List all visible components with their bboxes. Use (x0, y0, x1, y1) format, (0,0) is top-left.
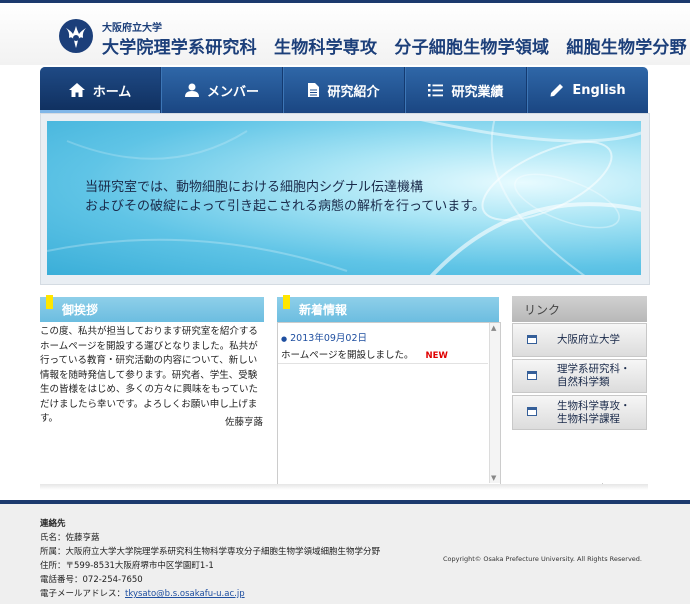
new-badge: NEW (425, 351, 448, 361)
nav-members-label: メンバー (206, 84, 259, 100)
nav-publications[interactable]: 研究業績 (405, 67, 527, 113)
contact-phone: 電話番号：072-254-7650 (40, 575, 143, 585)
nav-publications-label: 研究業績 (451, 84, 504, 100)
pencil-icon (550, 84, 564, 97)
link-label: 大阪府立大学 (557, 333, 620, 346)
greeting-body: この度、私共が担当しております研究室を紹介するホームページを開設する運びとなりま… (40, 326, 259, 424)
contact-email-label: 電子メールアドレス： (40, 589, 126, 599)
hero-tagline: 当研究室では、動物細胞における細胞内シグナル伝達機構 およびその破綻によって引き… (85, 178, 485, 216)
link-graduate-school-science[interactable]: 理学系研究科・自然科学類 (512, 359, 647, 393)
news-heading-bar: 新着情報 (277, 295, 499, 322)
nav-english-label: English (572, 82, 626, 98)
hero-line-1: 当研究室では、動物細胞における細胞内シグナル伝達機構 (85, 180, 424, 195)
news-item-text: ホームページを開設しました。 (281, 350, 414, 361)
nav-english[interactable]: English (527, 67, 648, 113)
bullet-icon: ● (281, 335, 288, 343)
window-icon (527, 335, 537, 344)
contact-heading: 連絡先 (40, 519, 66, 529)
person-icon (184, 83, 199, 97)
contact-affiliation: 所属：大阪府立大学大学院理学系研究科生物科学専攻分子細胞生物学領域細胞生物学分野 (40, 547, 381, 557)
bookmark-icon (46, 295, 53, 309)
link-osaka-prefecture-university[interactable]: 大阪府立大学 (512, 323, 647, 357)
list-icon (428, 83, 444, 96)
site-footer: 連絡先 氏名：佐藤亨蕗 所属：大阪府立大学大学院理学系研究科生物科学専攻分子細胞… (0, 500, 690, 604)
window-icon (527, 407, 537, 416)
news-date: ● 2013年09月02日 (281, 330, 367, 344)
news-divider (278, 363, 488, 364)
window-icon (527, 371, 537, 380)
news-scrollbar[interactable]: ▲ ▼ (489, 323, 500, 483)
university-logo[interactable] (58, 18, 94, 54)
links-heading-bar: リンク (512, 296, 647, 322)
content-shadow (40, 484, 648, 490)
nav-research[interactable]: 研究紹介 (283, 67, 405, 113)
news-date-text: 2013年09月02日 (290, 333, 367, 344)
hero-frame: 当研究室では、動物細胞における細胞内シグナル伝達機構 およびその破綻によって引き… (40, 113, 650, 285)
site-header: 大阪府立大学 大学院理学系研究科 生物科学専攻 分子細胞生物学領域 細胞生物学分… (0, 3, 690, 65)
contact-address: 住所：〒599-8531大阪府堺市中区学園町1-1 (40, 561, 214, 571)
link-label: 生物科学専攻・生物科学課程 (557, 399, 631, 425)
site-title[interactable]: 大学院理学系研究科 生物科学専攻 分子細胞生物学領域 細胞生物学分野 (102, 33, 687, 58)
contact-email-link[interactable]: tkysato@b.s.osakafu-u.ac.jp (125, 589, 245, 599)
main-nav: ホーム メンバー 研究紹介 研究業績 English (40, 67, 648, 113)
scroll-down-icon[interactable]: ▼ (491, 474, 496, 482)
contact-name: 氏名：佐藤亨蕗 (40, 533, 100, 543)
greeting-signature: 佐藤亨蕗 (225, 417, 264, 428)
links-heading: リンク (524, 302, 561, 317)
copyright: Copyright© Osaka Prefecture University. … (443, 555, 642, 563)
home-icon (68, 83, 85, 97)
nav-home-label: ホーム (92, 84, 132, 100)
greeting-heading-bar: 御挨拶 (40, 295, 264, 322)
hero-banner: 当研究室では、動物細胞における細胞内シグナル伝達機構 およびその破綻によって引き… (47, 121, 641, 275)
hero-line-2: およびその破綻によって引き起こされる病態の解析を行っています。 (85, 199, 486, 214)
news-panel[interactable]: ● 2013年09月02日 ホームページを開設しました。 NEW ▲ ▼ (277, 322, 501, 486)
nav-home[interactable]: ホーム (40, 67, 161, 113)
nav-members[interactable]: メンバー (161, 67, 283, 113)
contact-email-row: 電子メールアドレス：tkysato@b.s.osakafu-u.ac.jp (40, 587, 245, 599)
document-icon (308, 83, 320, 97)
link-biological-science[interactable]: 生物科学専攻・生物科学課程 (512, 395, 647, 430)
link-label: 理学系研究科・自然科学類 (557, 363, 631, 388)
university-name: 大阪府立大学 (102, 23, 162, 34)
bookmark-icon (283, 295, 290, 309)
nav-research-label: 研究紹介 (327, 84, 380, 100)
scroll-up-icon[interactable]: ▲ (491, 324, 496, 332)
news-item[interactable]: ホームページを開設しました。 NEW (281, 347, 448, 361)
